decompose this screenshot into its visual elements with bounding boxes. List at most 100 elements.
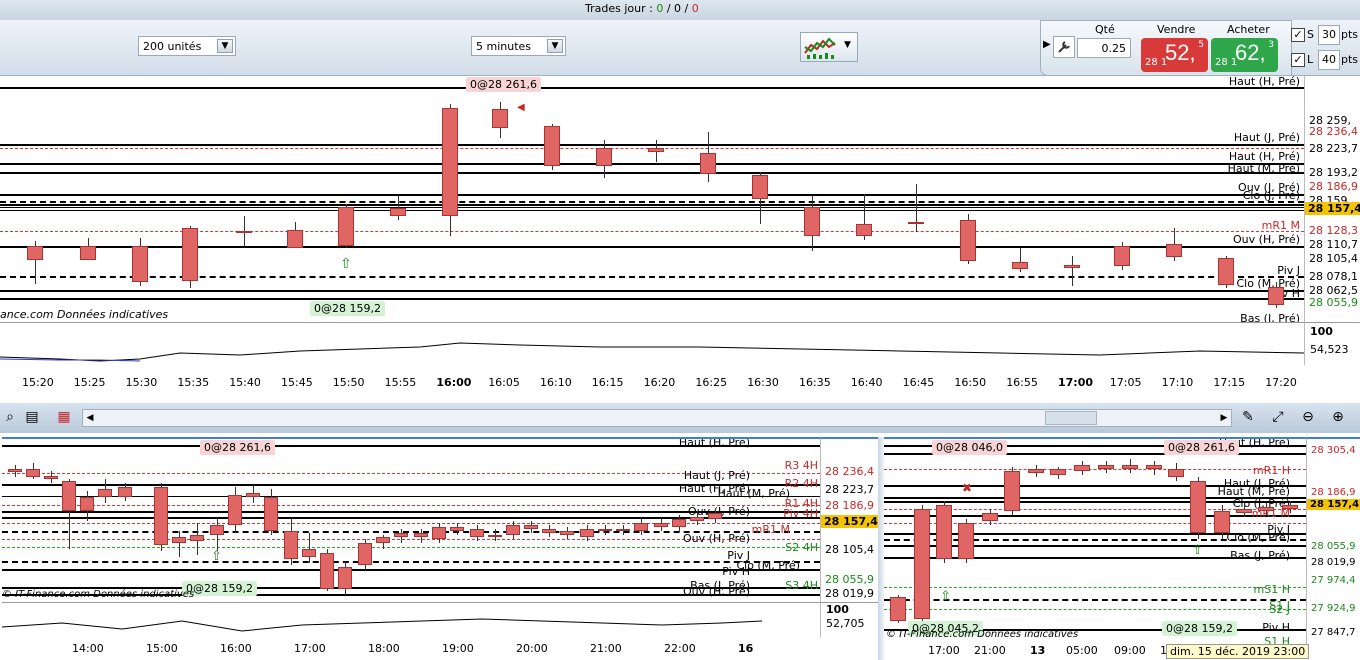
- time-label: 14:00: [72, 642, 104, 655]
- trade-panel: ▶ Qté 0.25 Vendre 28 1 52, 5 Acheter 28 …: [1040, 20, 1292, 76]
- level-label: Ouv (H, Pré): [683, 585, 750, 598]
- limit-pts-value: 40: [1322, 53, 1336, 66]
- candle-down: [960, 220, 976, 261]
- candle-down: [908, 222, 924, 224]
- sell-price-prefix: 28 1: [1145, 57, 1168, 68]
- candle-down: [236, 231, 252, 233]
- level-line: [884, 587, 1306, 588]
- indicators-icon[interactable]: ▦: [54, 407, 74, 427]
- interval-select[interactable]: 5 minutes ▼: [471, 36, 566, 56]
- zoom-out-icon[interactable]: ⊖: [1298, 407, 1318, 427]
- time-label: 15:40: [229, 376, 261, 389]
- qty-input[interactable]: 0.25: [1077, 38, 1131, 58]
- sell-button[interactable]: 28 1 52, 5: [1141, 38, 1208, 72]
- candle-down: [524, 525, 538, 529]
- main-price-chart[interactable]: Haut (H, Pré) Haut (J, Pré) Haut (H, Pré) H…: [0, 76, 1304, 322]
- stop-checkbox[interactable]: ✓: [1291, 28, 1305, 42]
- left-oscillator-max: 100: [826, 603, 849, 616]
- zoom-fit-icon[interactable]: ⤢: [1268, 407, 1288, 427]
- time-label: 21:00: [974, 644, 1006, 657]
- candle-down: [1282, 505, 1298, 509]
- watermark: © IT-Finance.com Données indicatives: [2, 589, 195, 600]
- zoom-select-icon[interactable]: ⌕: [0, 407, 20, 427]
- pane-splitter[interactable]: [878, 437, 884, 660]
- time-label: 09:00: [1114, 644, 1146, 657]
- candle-down: [690, 517, 704, 521]
- buy-price-main: 62,: [1235, 40, 1266, 65]
- price-label: 28 223,7: [825, 483, 874, 496]
- candle-down: [98, 489, 112, 497]
- time-label: 15:30: [125, 376, 158, 389]
- scroll-right-icon[interactable]: ▶: [1217, 410, 1231, 426]
- level-label: S2 J: [1269, 603, 1290, 616]
- price-label: 28 305,4: [1311, 445, 1356, 456]
- price-label: 28 019,9: [825, 587, 874, 600]
- candle-down: [596, 148, 612, 166]
- level-line: [0, 163, 1304, 165]
- candle-down: [80, 246, 96, 260]
- candle-down: [470, 529, 484, 537]
- candle-down: [210, 525, 224, 535]
- candle-down: [616, 529, 630, 531]
- candle-down: [44, 476, 58, 479]
- time-label: 19:00: [442, 642, 474, 655]
- price-label: 28 223,7: [1309, 142, 1358, 155]
- buy-label: Acheter: [1227, 23, 1270, 36]
- time-label: 16:20: [643, 376, 676, 389]
- level-label: Ouv (H, Pré): [683, 532, 750, 545]
- watermark: © IT-Finance.com Données indicatives: [886, 629, 1079, 640]
- time-label: 13: [1030, 644, 1046, 657]
- candle-down: [8, 469, 22, 472]
- level-label: Piv 4H: [783, 507, 818, 520]
- level-label: Bas (J, Pré): [1230, 549, 1290, 562]
- price-label: 28 105,4: [1309, 252, 1358, 265]
- right-price-chart[interactable]: Haut (H, Pré) mR1 H Haut (J, Pré) Haut (M, …: [884, 437, 1306, 644]
- scroll-thumb[interactable]: [1045, 411, 1097, 425]
- buy-button[interactable]: 28 1 62, 3: [1211, 38, 1278, 72]
- candle-down: [228, 495, 242, 525]
- chart-type-button[interactable]: ▼: [800, 32, 858, 62]
- collapse-arrow-icon[interactable]: ▶: [1043, 39, 1051, 50]
- time-label: 16:30: [747, 376, 779, 389]
- level-line: [2, 561, 820, 563]
- candle-down: [1146, 465, 1162, 469]
- candle-down: [287, 230, 303, 248]
- candle-down: [708, 513, 722, 519]
- candle-down: [890, 597, 906, 621]
- drawing-tools-icon[interactable]: ▤: [22, 407, 42, 427]
- limit-pts-input[interactable]: 40: [1318, 50, 1340, 70]
- level-label: S1 H: [1264, 635, 1290, 644]
- candle-down: [26, 469, 40, 477]
- stop-pts-input[interactable]: 30: [1318, 25, 1340, 45]
- pan-tool-icon[interactable]: ✎: [1238, 407, 1258, 427]
- level-line: [0, 204, 1304, 206]
- price-label: 28 236,4: [825, 465, 874, 478]
- candle-down: [1166, 244, 1182, 257]
- candle-down: [358, 543, 372, 565]
- limit-checkbox[interactable]: ✓: [1291, 53, 1305, 67]
- horizontal-scrollbar[interactable]: ◀ ▶: [82, 409, 1232, 427]
- watermark: ance.com Données indicatives: [0, 308, 169, 321]
- time-label: 16:10: [540, 376, 572, 389]
- level-label: Haut (M, Pré): [1227, 162, 1300, 175]
- level-line: [0, 298, 1304, 300]
- candle-wick: [1072, 256, 1073, 286]
- candle-down: [246, 493, 260, 497]
- date-tooltip: dim. 15 déc. 2019 23:00: [1166, 644, 1310, 659]
- level-label: Clo (J, Pré): [1242, 189, 1300, 202]
- scroll-left-icon[interactable]: ◀: [83, 410, 97, 426]
- candle-down: [172, 537, 186, 543]
- interval-value: 5 minutes: [476, 40, 532, 53]
- units-select[interactable]: 200 unités ▼: [138, 36, 236, 56]
- time-label: 17:05: [1109, 376, 1142, 389]
- trades-losers: 0: [691, 2, 699, 15]
- wrench-settings-button[interactable]: [1053, 36, 1075, 58]
- left-price-chart[interactable]: Haut (H, Pré) R3 4H Haut (J, Pré) R2 4H Haut…: [2, 437, 820, 604]
- zoom-in-icon[interactable]: ⊕: [1328, 407, 1348, 427]
- candle-down: [1114, 246, 1130, 266]
- chart-indicator-icon: [804, 37, 836, 59]
- time-label: 05:00: [1066, 644, 1098, 657]
- candle-down: [672, 519, 686, 527]
- price-label: 27 847,7: [1311, 627, 1356, 638]
- time-label: 17:00: [294, 642, 326, 655]
